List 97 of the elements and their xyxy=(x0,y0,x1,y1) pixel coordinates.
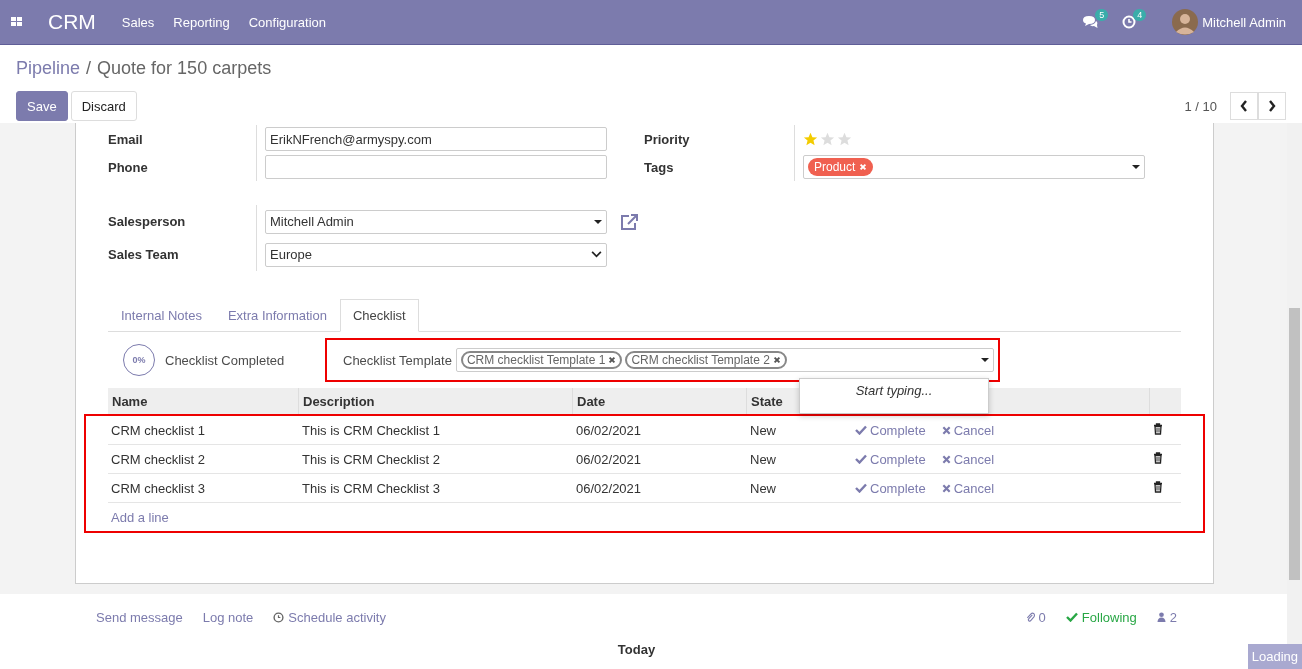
field-label: Salesperson xyxy=(108,214,187,229)
table-cell-text: CRM checklist 3 xyxy=(110,480,206,496)
discard-button[interactable]: Discard xyxy=(70,91,137,121)
input-field[interactable] xyxy=(265,155,607,179)
remove-icon[interactable] xyxy=(608,356,617,364)
caret-icon xyxy=(1132,165,1140,169)
table-cell-text: This is CRM Checklist 3 xyxy=(301,480,441,496)
following-button[interactable]: Following xyxy=(1065,609,1137,625)
send-message-link[interactable]: Send message xyxy=(96,609,183,625)
complete-link[interactable]: Complete xyxy=(855,451,926,467)
scrollbar-thumb[interactable] xyxy=(1289,308,1300,580)
message-count-badge: 5 xyxy=(1095,9,1109,21)
trash-icon[interactable] xyxy=(1153,451,1163,464)
input-field[interactable]: ErikNFrench@armyspy.com xyxy=(265,127,607,151)
caret-icon xyxy=(594,219,602,224)
add-line-link[interactable]: Add a line xyxy=(111,509,169,525)
table-cell-text: CRM checklist 1 xyxy=(110,422,206,438)
tab[interactable]: Internal Notes xyxy=(108,299,215,332)
log-note-link[interactable]: Log note xyxy=(202,609,254,625)
menu-item[interactable]: Reporting xyxy=(173,14,230,30)
app-name: CRM xyxy=(48,10,96,34)
avatar-icon[interactable] xyxy=(1172,9,1199,35)
template-tag: CRM checklist Template 1 xyxy=(460,351,623,369)
table-cell-text: New xyxy=(749,451,777,467)
pager-counter: 1 / 10 xyxy=(1184,98,1217,114)
star-icon[interactable] xyxy=(803,132,818,146)
record-title: Quote for 150 carpets xyxy=(97,58,272,79)
tab[interactable]: Checklist xyxy=(339,299,419,332)
table-cell-text: New xyxy=(749,480,777,496)
field-label: Sales Team xyxy=(108,247,180,262)
template-tag: CRM checklist Template 2 xyxy=(625,351,787,369)
column-header[interactable]: Description xyxy=(299,388,573,414)
check-icon xyxy=(1065,612,1078,622)
chevron-down-icon xyxy=(591,251,602,258)
tab[interactable]: Extra Information xyxy=(214,299,340,332)
column-header[interactable]: State xyxy=(747,388,847,414)
save-button[interactable]: Save xyxy=(16,91,68,121)
remove-icon[interactable] xyxy=(772,356,781,364)
clock-icon xyxy=(273,611,285,623)
table-cell-text: 06/02/2021 xyxy=(575,480,643,496)
trash-icon[interactable] xyxy=(1153,480,1163,493)
check-icon xyxy=(855,454,867,464)
check-icon xyxy=(855,425,867,435)
complete-link[interactable]: Complete xyxy=(855,480,926,496)
table-cell-text: 06/02/2021 xyxy=(575,422,643,438)
menu-item[interactable]: Sales xyxy=(121,14,155,30)
trash-icon[interactable] xyxy=(1153,422,1163,435)
close-icon xyxy=(941,483,951,493)
complete-link[interactable]: Complete xyxy=(855,422,926,438)
table-cell-text: This is CRM Checklist 2 xyxy=(301,451,441,467)
apps-menu-icon[interactable] xyxy=(11,17,23,27)
activity-count-badge: 4 xyxy=(1133,9,1147,21)
check-icon xyxy=(855,483,867,493)
tag: Product xyxy=(808,158,874,176)
table-cell-text: This is CRM Checklist 1 xyxy=(301,422,441,438)
sales-team-dropdown[interactable]: Europe xyxy=(265,242,607,267)
cancel-link[interactable]: Cancel xyxy=(941,480,995,496)
user-name[interactable]: Mitchell Admin xyxy=(1202,14,1286,30)
previous-button[interactable] xyxy=(1230,92,1258,120)
star-icon[interactable] xyxy=(837,132,852,146)
loading-indicator: Loading xyxy=(1247,644,1302,669)
field-label: Phone xyxy=(108,159,149,175)
star-icon[interactable] xyxy=(820,132,835,146)
chat-icon[interactable] xyxy=(1082,15,1099,29)
breadcrumb-link[interactable]: Pipeline xyxy=(16,58,81,79)
date-separator: Today xyxy=(617,642,656,657)
breadcrumb-separator: / xyxy=(86,58,92,79)
field-label: Tags xyxy=(644,159,675,175)
table-cell-text: 06/02/2021 xyxy=(575,451,643,467)
field-label: Email xyxy=(108,131,144,147)
external-link-icon[interactable] xyxy=(619,212,639,231)
template-field[interactable]: CRM checklist Template 1 CRM checklist Template 2 xyxy=(455,348,994,372)
tags-field[interactable]: Product xyxy=(803,155,1145,179)
field-label: Priority xyxy=(644,131,691,147)
person-icon xyxy=(1156,612,1166,622)
salesperson-field[interactable]: Mitchell Admin xyxy=(265,209,607,234)
chevron-right-icon xyxy=(1268,100,1276,112)
dropdown-hint: Start typing... xyxy=(855,383,933,398)
column-header[interactable]: Name xyxy=(108,388,299,414)
cancel-link[interactable]: Cancel xyxy=(941,451,995,467)
caret-icon xyxy=(980,358,989,362)
cancel-link[interactable]: Cancel xyxy=(941,422,995,438)
close-icon xyxy=(941,425,951,435)
table-cell-text: CRM checklist 2 xyxy=(110,451,206,467)
clock-icon[interactable] xyxy=(1122,15,1137,29)
column-header[interactable]: Date xyxy=(573,388,747,414)
menu-item[interactable]: Configuration xyxy=(248,14,327,30)
paperclip-icon xyxy=(1025,611,1035,623)
next-button[interactable] xyxy=(1258,92,1286,120)
progress-label: Checklist Completed xyxy=(165,352,286,368)
close-icon xyxy=(941,454,951,464)
followers-button[interactable]: 2 xyxy=(1156,609,1177,625)
table-cell-text: New xyxy=(749,422,777,438)
schedule-activity-link[interactable]: Schedule activity xyxy=(273,609,386,625)
chevron-left-icon xyxy=(1240,100,1248,112)
attachments-button[interactable]: 0 xyxy=(1025,609,1046,625)
field-label: Checklist Template xyxy=(343,352,452,368)
